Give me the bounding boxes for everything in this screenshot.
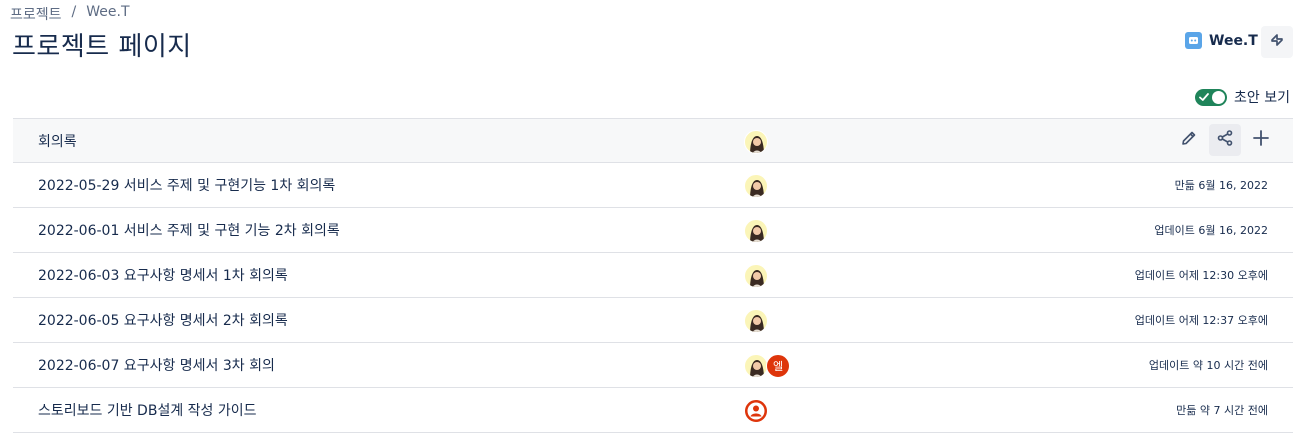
page-tree-table: 회의록 2022-05-29 서비스 주제 및 구현기능 1차 회의록 만듦 6…	[13, 118, 1293, 433]
space-logo-icon	[1185, 32, 1202, 49]
space-name: Wee.T	[1209, 32, 1258, 49]
page-title: 프로젝트 페이지	[12, 32, 192, 62]
table-row[interactable]: 2022-06-01 서비스 주제 및 구현 기능 2차 회의록 업데이트 6월…	[13, 208, 1293, 253]
add-child-page-button[interactable]	[1245, 124, 1277, 156]
breadcrumb-item-project[interactable]: 프로젝트	[10, 4, 62, 24]
table-row[interactable]: 스토리보드 기반 DB설계 작성 가이드 만듦 약 7 시간 전에	[13, 388, 1293, 433]
share-icon	[1216, 129, 1234, 151]
page-link[interactable]: 스토리보드 기반 DB설계 작성 가이드	[38, 400, 257, 420]
avatar[interactable]	[744, 174, 768, 198]
page-link[interactable]: 2022-05-29 서비스 주제 및 구현기능 1차 회의록	[38, 175, 335, 195]
last-modified: 업데이트 약 10 시간 전에	[1148, 359, 1268, 372]
avatar[interactable]	[744, 130, 768, 154]
last-modified: 만듦 6월 16, 2022	[1174, 179, 1268, 192]
share-button[interactable]	[1209, 124, 1241, 156]
contributors	[744, 264, 768, 288]
table-row[interactable]: 2022-05-29 서비스 주제 및 구현기능 1차 회의록 만듦 6월 16…	[13, 163, 1293, 208]
header-actions	[1173, 124, 1277, 156]
page-link[interactable]: 2022-06-07 요구사항 명세서 3차 회의	[38, 355, 275, 375]
check-icon	[1199, 90, 1209, 108]
contributors: 엘	[744, 354, 790, 378]
avatar[interactable]	[744, 264, 768, 288]
table-row[interactable]: 2022-06-05 요구사항 명세서 2차 회의록 업데이트 어제 12:37…	[13, 298, 1293, 343]
page-link[interactable]: 2022-06-01 서비스 주제 및 구현 기능 2차 회의록	[38, 220, 340, 240]
contributors	[744, 174, 768, 198]
page-link[interactable]: 2022-06-05 요구사항 명세서 2차 회의록	[38, 310, 288, 330]
table-row[interactable]: 2022-06-07 요구사항 명세서 3차 회의 엘 업데이트 약 10 시간…	[13, 343, 1293, 388]
contributors	[744, 130, 768, 154]
last-modified: 업데이트 6월 16, 2022	[1154, 224, 1268, 237]
contributors	[744, 219, 768, 243]
user-icon	[745, 402, 767, 422]
contributors	[744, 309, 768, 333]
breadcrumb: 프로젝트 / Wee.T	[10, 4, 130, 24]
draft-toggle[interactable]: 초안 보기	[1195, 87, 1290, 107]
avatar[interactable]	[744, 399, 768, 423]
table-row[interactable]: 2022-06-03 요구사항 명세서 1차 회의록 업데이트 어제 12:30…	[13, 253, 1293, 298]
toggle-switch[interactable]	[1195, 88, 1227, 108]
last-modified: 만듦 약 7 시간 전에	[1176, 404, 1268, 417]
table-header-row: 회의록	[13, 118, 1293, 163]
last-modified: 업데이트 어제 12:37 오후에	[1134, 314, 1268, 327]
avatar[interactable]	[744, 309, 768, 333]
avatar[interactable]	[744, 354, 768, 378]
last-modified: 업데이트 어제 12:30 오후에	[1134, 269, 1268, 282]
parent-page-title[interactable]: 회의록	[38, 131, 77, 151]
plus-icon	[1252, 129, 1270, 151]
avatar[interactable]	[744, 219, 768, 243]
draft-toggle-label: 초안 보기	[1234, 90, 1290, 106]
toggle-knob	[1212, 90, 1225, 104]
contributors	[744, 399, 768, 423]
pencil-icon	[1180, 129, 1198, 151]
page-link[interactable]: 2022-06-03 요구사항 명세서 1차 회의록	[38, 265, 288, 285]
breadcrumb-item-space[interactable]: Wee.T	[86, 4, 129, 24]
space-link[interactable]: Wee.T	[1185, 32, 1258, 49]
sync-arrows-icon	[1268, 31, 1286, 53]
avatar[interactable]: 엘	[766, 354, 790, 378]
convert-button[interactable]	[1261, 26, 1293, 58]
edit-button[interactable]	[1173, 124, 1205, 156]
breadcrumb-separator: /	[71, 4, 77, 20]
